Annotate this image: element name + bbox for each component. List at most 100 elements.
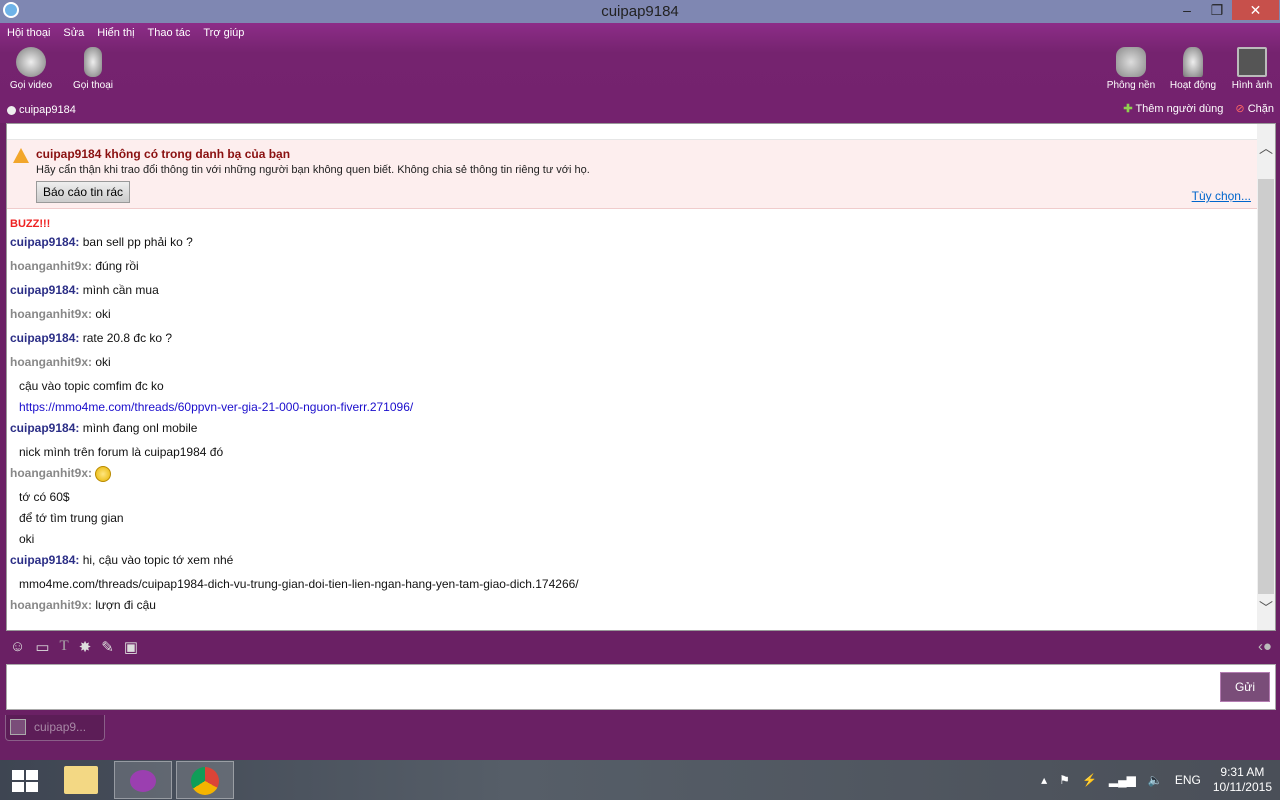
message-text: mình đang onl mobile [82, 421, 198, 435]
chat-message: cậu vào topic comfim đc ko [10, 378, 1250, 399]
message-input[interactable] [6, 664, 1276, 710]
avatar-icon [10, 719, 26, 735]
contact-name: cuipap9184 [19, 104, 76, 116]
report-spam-button[interactable]: Báo cáo tin rác [36, 181, 131, 203]
message-sender: cuipap9184: [10, 283, 80, 297]
volume-icon[interactable]: 🔈 [1148, 773, 1163, 787]
show-contact-icon[interactable]: ‹● [1258, 638, 1272, 655]
message-text: hi, cậu vào topic tớ xem nhé [82, 553, 234, 567]
message-link[interactable]: https://mmo4me.com/threads/60ppvn-ver-gi… [19, 400, 413, 414]
contact-status: cuipap9184 [7, 104, 76, 116]
message-text: lượn đi cậu [95, 598, 156, 612]
message-text: đúng rồi [95, 259, 139, 273]
screenshot-icon[interactable]: ▣ [124, 638, 138, 656]
voice-call-button[interactable]: Gọi thoại [70, 47, 116, 91]
yahoo-messenger-icon [130, 770, 156, 792]
buzz-message: BUZZ!!! [10, 218, 51, 230]
message-text: tớ có 60$ [19, 490, 70, 504]
message-text: oki [95, 355, 111, 369]
conversation-tab[interactable]: cuipap9... [5, 715, 105, 741]
composer-toolbar: ☺ ▭ T ✸ ✎ ▣ [10, 638, 138, 656]
chat-message: nick mình trên forum là cuipap1984 đó [10, 444, 1250, 465]
background-button[interactable]: Phông nền [1106, 47, 1156, 91]
power-icon[interactable]: ⚡ [1082, 773, 1097, 787]
warning-title: cuipap9184 không có trong danh bạ của bạ… [36, 147, 291, 161]
chrome-icon [191, 767, 219, 795]
conversation-tab-label: cuipap9... [34, 720, 87, 734]
message-sender: cuipap9184: [10, 553, 80, 567]
clock-date: 10/11/2015 [1212, 780, 1272, 794]
chat-message: để tớ tìm trung gian [10, 510, 1250, 531]
chat-message: cuipap9184: mình đang onl mobile [10, 420, 1250, 444]
menu-conversation[interactable]: Hội thoại [7, 27, 50, 39]
background-label: Phông nền [1106, 80, 1156, 91]
message-text: cậu vào topic comfim đc ko [19, 379, 164, 393]
chat-message: hoanganhit9x: [10, 465, 1250, 489]
windows-start-icon[interactable] [12, 770, 38, 792]
menu-actions[interactable]: Thao tác [148, 27, 191, 39]
close-button[interactable]: ✕ [1232, 0, 1279, 20]
message-sender: hoanganhit9x: [10, 259, 93, 273]
chat-message: cuipap9184: hi, cậu vào topic tớ xem nhé [10, 552, 1250, 576]
attach-icon[interactable]: ✎ [101, 638, 114, 656]
scroll-down-icon[interactable]: ﹀ [1257, 598, 1275, 618]
maximize-button[interactable]: ❐ [1202, 0, 1232, 20]
block-label: Chặn [1247, 103, 1274, 115]
menu-help[interactable]: Trợ giúp [203, 27, 244, 39]
taskbar-yahoo-messenger[interactable] [114, 761, 172, 799]
message-sender: hoanganhit9x: [10, 355, 93, 369]
microphone-icon [84, 47, 102, 77]
network-icon[interactable]: ▂▄▆ [1109, 773, 1136, 787]
message-sender: cuipap9184: [10, 421, 80, 435]
webcam-icon [16, 47, 46, 77]
message-sender: hoanganhit9x: [10, 307, 93, 321]
language-indicator[interactable]: ENG [1175, 773, 1201, 787]
message-text: để tớ tìm trung gian [19, 511, 124, 525]
buzz-icon[interactable]: ✸ [79, 638, 92, 656]
add-user-label: Thêm người dùng [1135, 103, 1224, 115]
chat-message: hoanganhit9x: đúng rồi [10, 258, 1250, 282]
video-call-button[interactable]: Gọi video [8, 47, 54, 91]
video-call-label: Gọi video [9, 80, 53, 91]
chat-message: cuipap9184: mình cần mua [10, 282, 1250, 306]
chat-message: oki [10, 531, 1250, 552]
status-dot-icon [7, 105, 16, 115]
unknown-contact-warning: cuipap9184 không có trong danh bạ của bạ… [7, 139, 1259, 209]
minimize-button[interactable]: – [1172, 0, 1202, 20]
audibles-icon[interactable]: ▭ [35, 638, 49, 656]
file-explorer-icon[interactable] [64, 766, 98, 794]
message-text: oki [19, 532, 35, 546]
smiley-emoticon-icon [95, 465, 112, 482]
add-user-button[interactable]: ✚ Thêm người dùng [1123, 102, 1223, 115]
warning-body: Hãy cẩn thận khi trao đổi thông tin với … [36, 164, 590, 176]
message-sender: cuipap9184: [10, 235, 80, 249]
activity-button[interactable]: Hoạt động [1168, 47, 1218, 91]
block-button[interactable]: ⊘ Chặn [1235, 102, 1274, 115]
chat-scrollbar[interactable]: ︿ ﹀ [1257, 124, 1275, 630]
menu-bar: Hội thoại Sửa Hiển thị Thao tác Trợ giúp [7, 27, 244, 39]
clock[interactable]: 9:31 AM 10/11/2015 [1213, 765, 1272, 795]
message-text: nick mình trên forum là cuipap1984 đó [19, 445, 224, 459]
chat-message: tớ có 60$ [10, 489, 1250, 510]
show-hidden-icons[interactable]: ▴ [1041, 773, 1047, 787]
send-button[interactable]: Gửi [1220, 672, 1270, 702]
options-link[interactable]: Tùy chọn... [1192, 189, 1251, 203]
scroll-thumb[interactable] [1258, 179, 1274, 594]
menu-edit[interactable]: Sửa [63, 27, 84, 39]
window-title: cuipap9184 [601, 3, 679, 20]
taskbar-chrome[interactable] [176, 761, 234, 799]
message-sender: hoanganhit9x: [10, 598, 93, 612]
emoticon-icon[interactable]: ☺ [10, 638, 25, 656]
photos-button[interactable]: Hình ảnh [1230, 47, 1274, 91]
action-center-icon[interactable]: ⚑ [1059, 773, 1070, 787]
system-tray: ▴ ⚑ ⚡ ▂▄▆ 🔈 ENG 9:31 AM 10/11/2015 [1041, 765, 1272, 795]
message-text: mmo4me.com/threads/cuipap1984-dich-vu-tr… [19, 577, 579, 591]
chat-history: cuipap9184 không có trong danh bạ của bạ… [6, 123, 1276, 631]
chat-message: hoanganhit9x: oki [10, 354, 1250, 378]
clock-time: 9:31 AM [1220, 765, 1265, 779]
scroll-up-icon[interactable]: ︿ [1257, 138, 1275, 158]
chat-message: hoanganhit9x: oki [10, 306, 1250, 330]
title-bar: cuipap9184 – ❐ ✕ [0, 0, 1280, 23]
menu-view[interactable]: Hiển thị [97, 27, 134, 39]
font-icon[interactable]: T [60, 638, 69, 656]
